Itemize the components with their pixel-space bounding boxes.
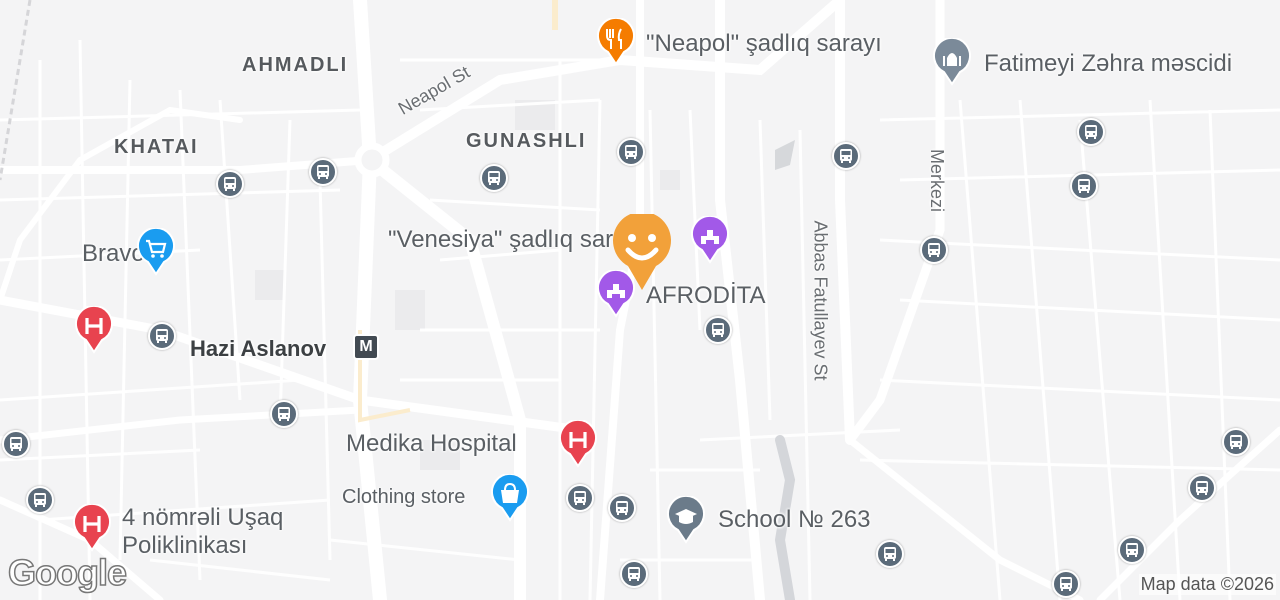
district-label-ahmadli: AHMADLI <box>242 54 349 76</box>
bus-stop-icon[interactable] <box>704 316 732 344</box>
bus-stop-icon[interactable] <box>480 164 508 192</box>
bus-stop-icon[interactable] <box>26 486 54 514</box>
bus-stop-icon[interactable] <box>620 560 648 588</box>
place-label-clothing-store[interactable]: Clothing store <box>342 486 465 509</box>
bus-stop-icon[interactable] <box>1070 172 1098 200</box>
google-logo: Google <box>7 551 128 594</box>
hospital-icon <box>75 306 113 354</box>
venue-icon <box>691 216 729 264</box>
graduation-cap-icon <box>667 496 705 544</box>
bus-stop-icon[interactable] <box>309 158 337 186</box>
bus-stop-icon[interactable] <box>1118 536 1146 564</box>
place-label-polyclinic[interactable]: 4 nömrəli Uşaq Poliklinikası <box>122 504 283 560</box>
clothing-store-pin[interactable] <box>490 474 530 522</box>
bus-stop-icon[interactable] <box>920 236 948 264</box>
polyclinic-pin[interactable] <box>72 504 112 552</box>
bus-stop-icon[interactable] <box>216 170 244 198</box>
place-label-polyclinic-line1: 4 nömrəli Uşaq <box>122 504 284 531</box>
medika-hospital-pin[interactable] <box>558 420 598 468</box>
metro-station-label[interactable]: Hazi Aslanov <box>190 336 326 362</box>
selected-location-pin[interactable] <box>612 211 672 292</box>
district-label-gunashli: GUNASHLI <box>466 130 587 152</box>
hospital-icon <box>73 504 111 552</box>
restaurant-pin[interactable] <box>596 18 636 66</box>
shopping-pin[interactable] <box>136 228 176 276</box>
bus-stop-icon[interactable] <box>270 400 298 428</box>
bus-stop-icon[interactable] <box>617 138 645 166</box>
mosque-icon <box>933 38 971 86</box>
street-label-merkezi: Merkezi <box>927 148 948 213</box>
fork-knife-icon <box>597 18 635 66</box>
map-attribution[interactable]: Map data ©2026 <box>1138 574 1276 595</box>
smiley-face-icon <box>613 211 671 290</box>
shopping-cart-icon <box>137 228 175 276</box>
place-label-medika-hospital[interactable]: Medika Hospital <box>346 430 517 458</box>
bus-stop-icon[interactable] <box>876 540 904 568</box>
event-venue-pin[interactable] <box>690 216 730 264</box>
district-label-khatai: KHATAI <box>114 136 199 158</box>
bus-stop-icon[interactable] <box>1188 474 1216 502</box>
hospital-pin[interactable] <box>74 306 114 354</box>
bus-stop-icon[interactable] <box>566 484 594 512</box>
bus-stop-icon[interactable] <box>1077 118 1105 146</box>
metro-icon[interactable]: M <box>353 334 379 360</box>
place-label-school[interactable]: School № 263 <box>718 506 871 534</box>
place-label-polyclinic-line2: Poliklinikası <box>122 532 248 559</box>
bus-stop-icon[interactable] <box>2 430 30 458</box>
bus-stop-icon[interactable] <box>832 142 860 170</box>
bus-stop-icon[interactable] <box>1052 570 1080 598</box>
place-label-neapol-hall[interactable]: "Neapol" şadlıq sarayı <box>646 30 882 58</box>
bus-stop-icon[interactable] <box>148 322 176 350</box>
street-label-abbas-fatullayev: Abbas Fatullayev St <box>810 220 831 381</box>
place-label-fatimeyi-mosque[interactable]: Fatimeyi Zəhra məscidi <box>984 50 1232 78</box>
school-pin[interactable] <box>666 496 706 544</box>
shopping-bag-icon <box>491 474 529 522</box>
bus-stop-icon[interactable] <box>1222 428 1250 456</box>
mosque-pin[interactable] <box>932 38 972 86</box>
bus-stop-icon[interactable] <box>608 494 636 522</box>
hospital-icon <box>559 420 597 468</box>
place-label-venesiya-hall[interactable]: "Venesiya" şadlıq sarayı <box>388 226 645 254</box>
